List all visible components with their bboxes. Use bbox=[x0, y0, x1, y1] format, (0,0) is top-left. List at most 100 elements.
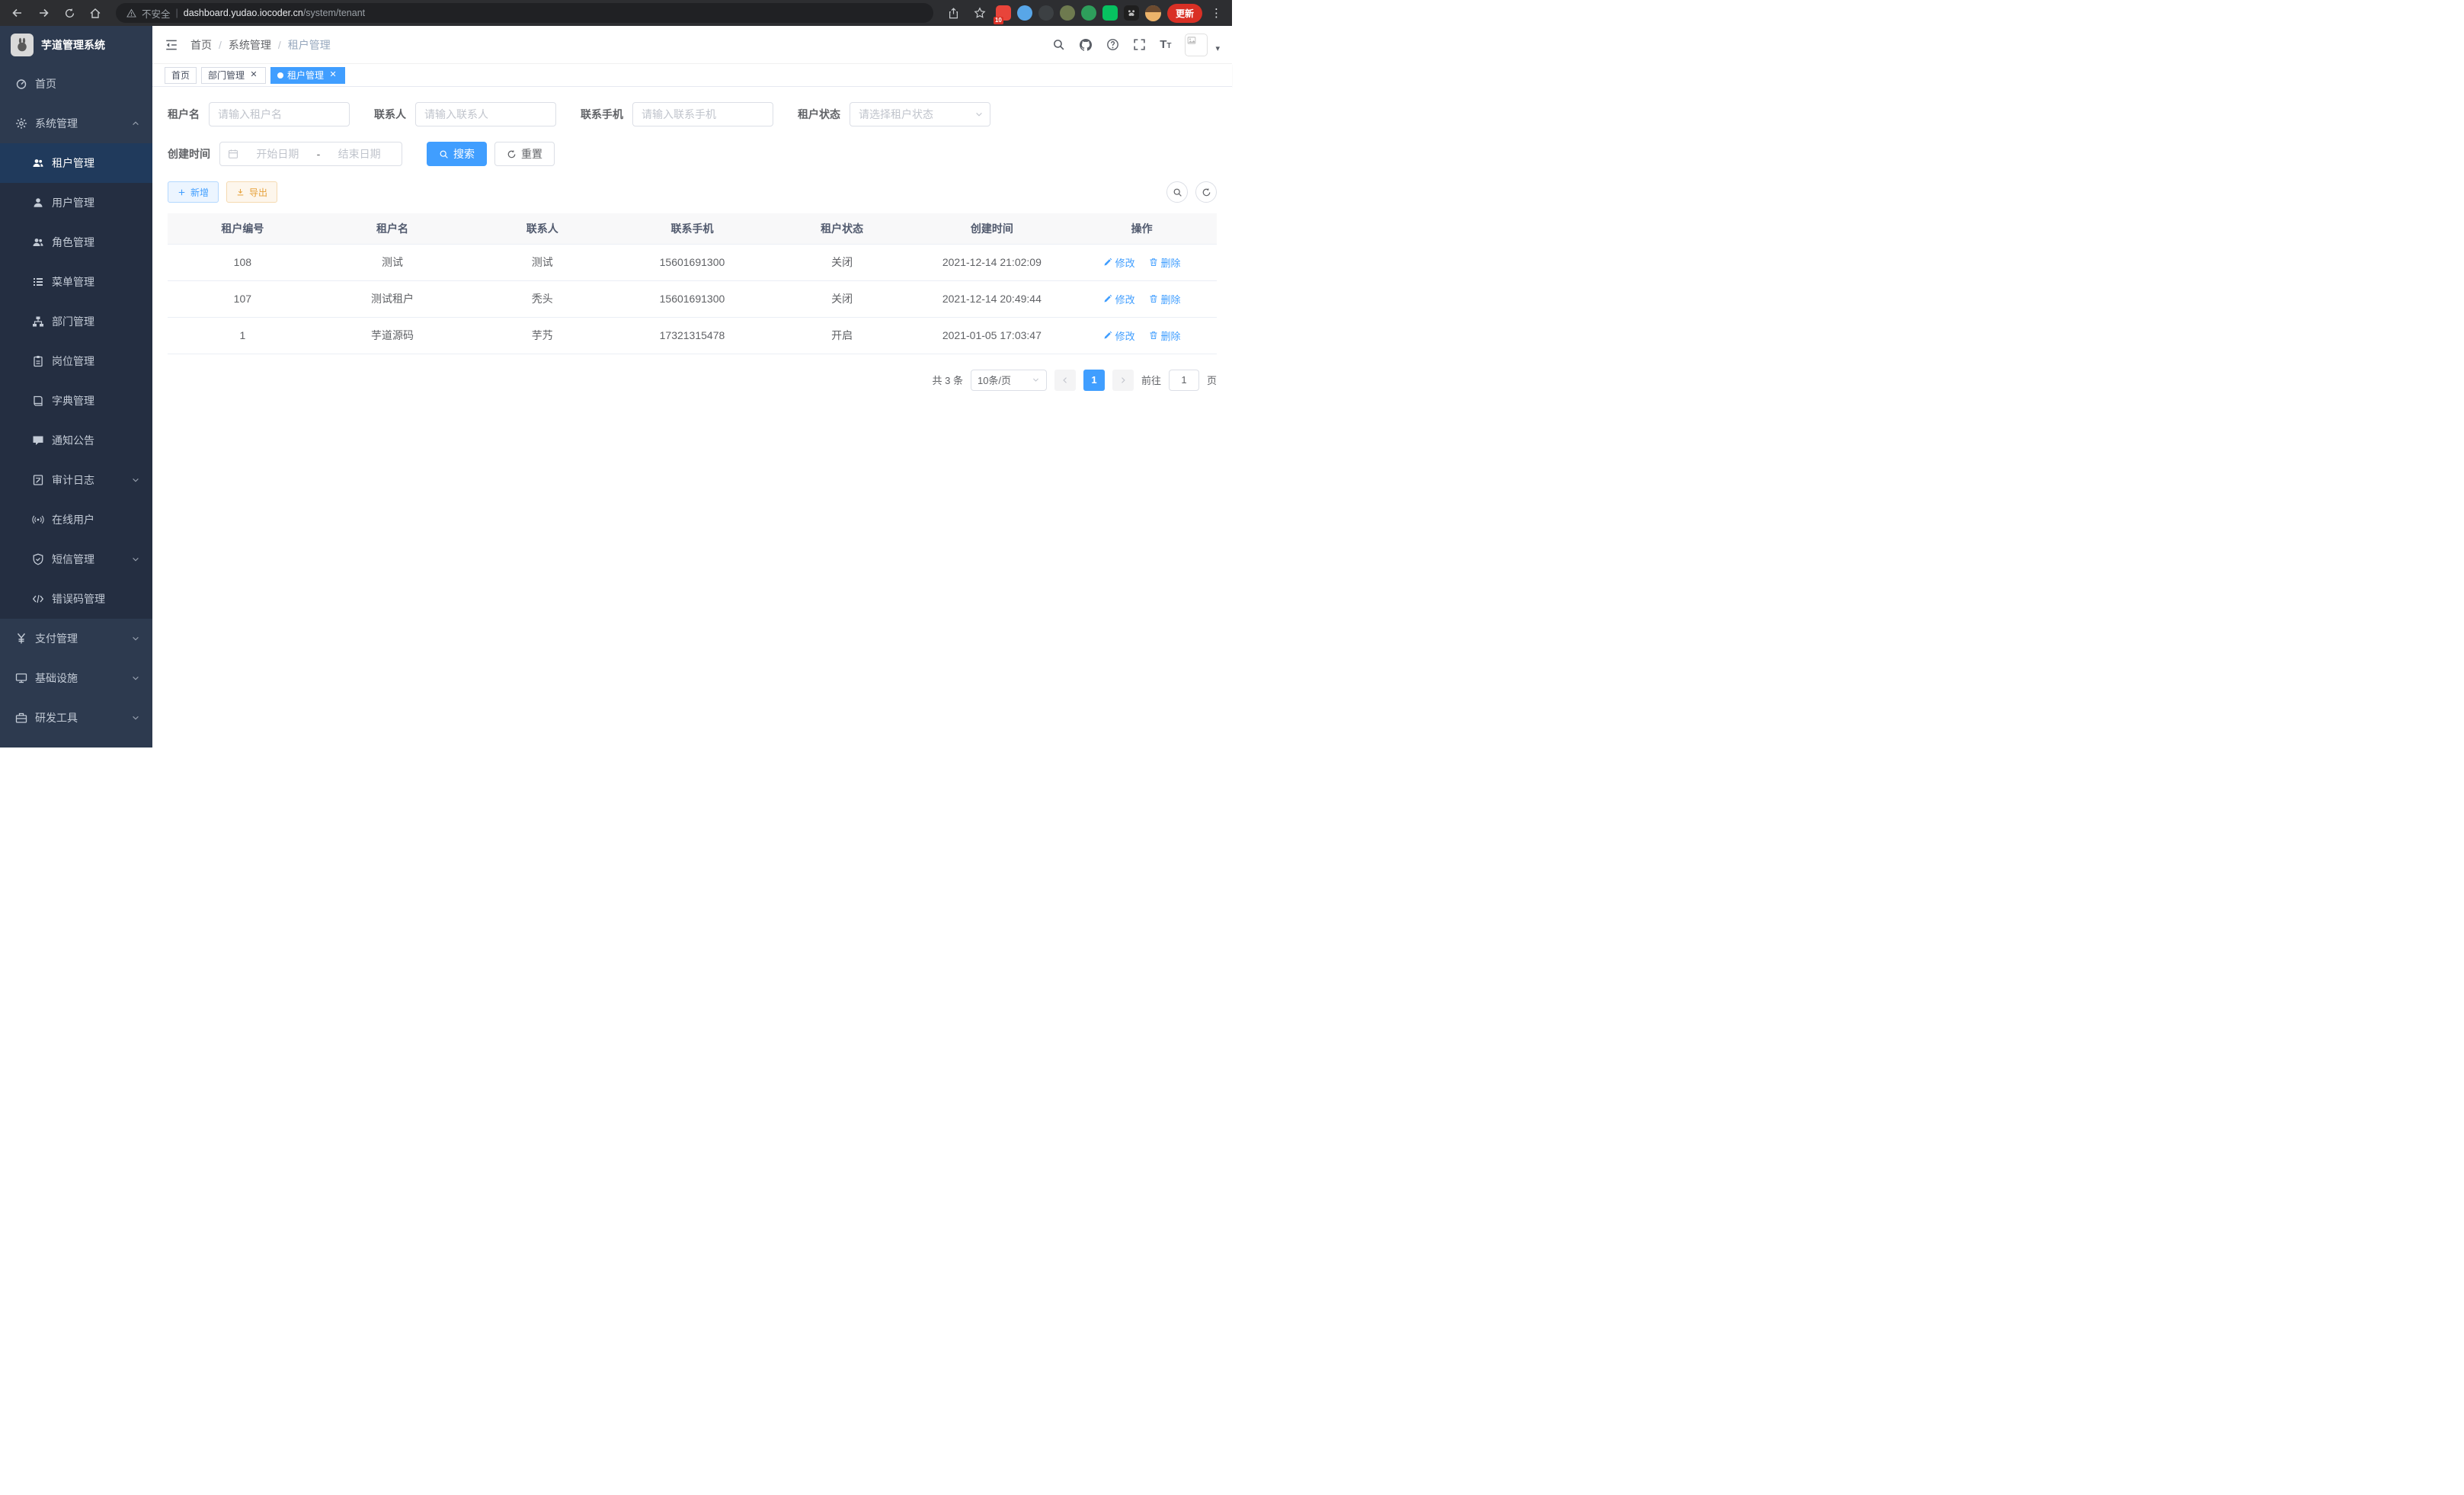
breadcrumb-current: 租户管理 bbox=[288, 37, 331, 53]
extension-icon-2[interactable] bbox=[1017, 5, 1032, 21]
page-number-button[interactable]: 1 bbox=[1083, 370, 1105, 391]
sidebar-item-user[interactable]: 用户管理 bbox=[0, 183, 152, 222]
tenant-name-input[interactable] bbox=[209, 102, 350, 126]
browser-forward-button[interactable] bbox=[34, 3, 53, 23]
url-host: dashboard.yudao.iocoder.cn bbox=[184, 8, 303, 18]
cell-created: 2021-12-14 20:49:44 bbox=[917, 280, 1067, 317]
edit-link[interactable]: 修改 bbox=[1103, 292, 1135, 306]
cell-contact: 秃头 bbox=[467, 280, 617, 317]
add-button[interactable]: 新增 bbox=[168, 181, 219, 203]
date-range-picker[interactable]: 开始日期 - 结束日期 bbox=[219, 142, 402, 166]
browser-address-bar[interactable]: 不安全 | dashboard.yudao.iocoder.cn/system/… bbox=[116, 3, 933, 23]
close-icon[interactable]: ✕ bbox=[248, 70, 259, 81]
tenant-users-icon bbox=[32, 157, 44, 169]
toggle-search-button[interactable] bbox=[1166, 181, 1188, 203]
fullscreen-icon[interactable] bbox=[1133, 38, 1146, 51]
sidebar-item-home[interactable]: 首页 bbox=[0, 64, 152, 104]
sidebar-item-error-code[interactable]: 错误码管理 bbox=[0, 579, 152, 619]
table-header-row: 租户编号 租户名 联系人 联系手机 租户状态 创建时间 操作 bbox=[168, 213, 1217, 244]
phone-input[interactable] bbox=[632, 102, 773, 126]
edit-link[interactable]: 修改 bbox=[1103, 328, 1135, 343]
refresh-table-button[interactable] bbox=[1195, 181, 1217, 203]
not-secure-warning-icon bbox=[126, 8, 136, 18]
browser-back-button[interactable] bbox=[8, 3, 27, 23]
goto-page-input[interactable] bbox=[1169, 370, 1199, 391]
sidebar-item-online-user[interactable]: 在线用户 bbox=[0, 500, 152, 539]
chevron-down-icon bbox=[131, 674, 140, 683]
export-button[interactable]: 导出 bbox=[226, 181, 277, 203]
delete-link[interactable]: 删除 bbox=[1149, 255, 1181, 270]
create-time-label: 创建时间 bbox=[168, 146, 210, 162]
top-navbar: 首页 / 系统管理 / 租户管理 TT ▾ bbox=[152, 26, 1232, 64]
chevron-down-icon bbox=[1032, 376, 1040, 384]
sidebar-item-dept[interactable]: 部门管理 bbox=[0, 302, 152, 341]
extension-icon-3[interactable] bbox=[1038, 5, 1054, 21]
tag-tenant[interactable]: 租户管理 ✕ bbox=[270, 67, 345, 84]
browser-home-button[interactable] bbox=[85, 3, 105, 23]
caret-down-icon[interactable]: ▾ bbox=[1215, 43, 1220, 56]
browser-menu-kebab-icon[interactable]: ⋮ bbox=[1208, 6, 1224, 20]
breadcrumb-system[interactable]: 系统管理 bbox=[229, 37, 271, 53]
table-row: 107 测试租户 秃头 15601691300 关闭 2021-12-14 20… bbox=[168, 280, 1217, 317]
sidebar-item-menu[interactable]: 菜单管理 bbox=[0, 262, 152, 302]
font-size-icon[interactable]: TT bbox=[1160, 39, 1171, 50]
app-logo[interactable]: 芋道管理系统 bbox=[0, 26, 152, 64]
extension-badge: 10 bbox=[994, 17, 1003, 24]
extension-icon-6[interactable] bbox=[1102, 5, 1118, 21]
goto-prefix: 前往 bbox=[1141, 373, 1161, 387]
sidebar-item-audit-log[interactable]: 审计日志 bbox=[0, 460, 152, 500]
logo-rabbit-icon bbox=[11, 34, 34, 56]
close-icon[interactable]: ✕ bbox=[328, 70, 338, 81]
cell-tenant-name: 测试 bbox=[318, 244, 468, 280]
next-page-button[interactable] bbox=[1112, 370, 1134, 391]
sidebar-item-sms[interactable]: 短信管理 bbox=[0, 539, 152, 579]
reset-button[interactable]: 重置 bbox=[494, 142, 555, 166]
avatar[interactable] bbox=[1185, 34, 1208, 56]
chevron-down-icon bbox=[131, 555, 140, 564]
sidebar-item-infra[interactable]: 基础设施 bbox=[0, 658, 152, 698]
extension-icon-4[interactable] bbox=[1060, 5, 1075, 21]
status-select[interactable]: 请选择租户状态 bbox=[850, 102, 990, 126]
page-size-select[interactable]: 10条/页 bbox=[971, 370, 1047, 391]
edit-pencil-icon bbox=[1103, 258, 1112, 267]
monitor-icon bbox=[15, 672, 27, 684]
github-icon[interactable] bbox=[1079, 38, 1093, 52]
sidebar-item-pay[interactable]: 支付管理 bbox=[0, 619, 152, 658]
breadcrumb-home[interactable]: 首页 bbox=[190, 37, 212, 53]
tenant-table: 租户编号 租户名 联系人 联系手机 租户状态 创建时间 操作 108 测试 测试 bbox=[168, 213, 1217, 354]
extension-icon-1[interactable]: 10 bbox=[996, 5, 1011, 21]
sidebar-item-post[interactable]: 岗位管理 bbox=[0, 341, 152, 381]
tag-dept[interactable]: 部门管理 ✕ bbox=[201, 67, 266, 84]
bookmark-star-icon[interactable] bbox=[970, 3, 990, 23]
delete-link[interactable]: 删除 bbox=[1149, 328, 1181, 343]
browser-profile-avatar[interactable] bbox=[1145, 5, 1161, 21]
sidebar-fold-icon[interactable] bbox=[165, 38, 178, 52]
extension-icon-5[interactable] bbox=[1081, 5, 1096, 21]
share-icon[interactable] bbox=[944, 3, 964, 23]
contact-input[interactable] bbox=[415, 102, 556, 126]
tag-home[interactable]: 首页 bbox=[165, 67, 197, 84]
sidebar-item-notice[interactable]: 通知公告 bbox=[0, 421, 152, 460]
browser-reload-button[interactable] bbox=[59, 3, 79, 23]
prev-page-button[interactable] bbox=[1054, 370, 1076, 391]
pagination: 共 3 条 10条/页 1 前往 页 bbox=[168, 370, 1217, 391]
delete-link[interactable]: 删除 bbox=[1149, 292, 1181, 306]
browser-update-button[interactable]: 更新 bbox=[1167, 4, 1202, 23]
cell-phone: 15601691300 bbox=[617, 244, 767, 280]
search-icon[interactable] bbox=[1052, 38, 1065, 51]
tampermonkey-paw-icon[interactable] bbox=[1124, 5, 1139, 21]
sidebar-item-role[interactable]: 角色管理 bbox=[0, 222, 152, 262]
dashboard-icon bbox=[15, 78, 27, 90]
edit-pencil-icon bbox=[1103, 294, 1112, 303]
sidebar-item-tenant[interactable]: 租户管理 bbox=[0, 143, 152, 183]
refresh-icon bbox=[507, 149, 517, 159]
question-icon[interactable] bbox=[1106, 38, 1119, 51]
cell-contact: 芋艿 bbox=[467, 317, 617, 354]
refresh-icon bbox=[1202, 187, 1211, 197]
calendar-icon bbox=[228, 149, 238, 159]
sidebar-item-system[interactable]: 系统管理 bbox=[0, 104, 152, 143]
sidebar-item-dict[interactable]: 字典管理 bbox=[0, 381, 152, 421]
sidebar-item-dev-tools[interactable]: 研发工具 bbox=[0, 698, 152, 738]
edit-link[interactable]: 修改 bbox=[1103, 255, 1135, 270]
search-button[interactable]: 搜索 bbox=[427, 142, 487, 166]
